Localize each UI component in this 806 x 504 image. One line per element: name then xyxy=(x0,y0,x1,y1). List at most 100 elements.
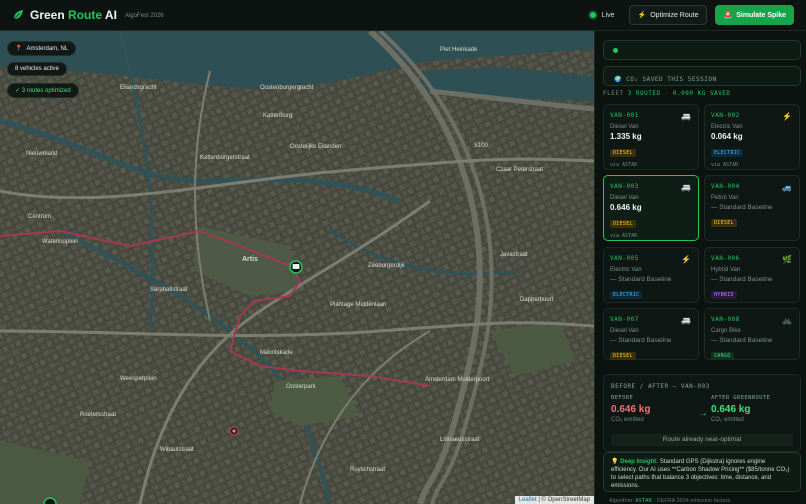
vehicle-type-icon: 🌿 xyxy=(782,255,792,264)
leaf-logo-icon xyxy=(13,10,23,20)
brand-name: Green Route AI xyxy=(30,8,117,22)
map-label: Piet Heinkade xyxy=(440,47,478,53)
pin-icon: 📍 xyxy=(15,46,23,52)
vehicle-id: VAN-003 xyxy=(610,183,639,190)
algorithm-footer: Algorithm: ASTAR · DEFRA 2024 emission f… xyxy=(609,498,731,504)
map-label: Oosterpark xyxy=(286,384,317,390)
vehicle-marker[interactable] xyxy=(43,497,57,504)
map-label: Zeeburgerdijk xyxy=(368,263,406,269)
map-label: Javastraat xyxy=(500,252,528,258)
map-label: Roetersstraat xyxy=(80,412,116,418)
fuel-badge: DIESEL xyxy=(610,220,636,228)
map-label: Wibautstraat xyxy=(160,447,194,453)
vehicle-type-icon: ⚡ xyxy=(782,112,792,121)
near-optimal-note: Route already near-optimal xyxy=(611,434,793,446)
vehicle-marker[interactable] xyxy=(229,426,239,436)
status-dot-icon xyxy=(613,48,618,53)
vehicle-type: Electric Van xyxy=(610,267,642,273)
vehicle-card[interactable]: VAN-008 🚲 Cargo Bike — Standard Baseline CAR… xyxy=(704,308,800,360)
before-value: 0.646 kg xyxy=(611,404,651,415)
map-label: Weesperplein xyxy=(120,376,157,382)
vehicle-type-icon: ⚡ xyxy=(681,255,691,264)
side-panel: 🌍 CO₂ SAVED THIS SESSION FLEET 3 ROUTED … xyxy=(594,31,806,504)
optimize-route-button[interactable]: ⚡ Optimize Route xyxy=(628,5,708,25)
siren-icon: 🚨 xyxy=(723,12,733,19)
fuel-badge: ELECTRIC xyxy=(711,149,744,157)
map-label: Mauritskade xyxy=(260,350,293,356)
vehicle-card[interactable]: VAN-004 🚙 Petrol Van — Standard Baseline DIE… xyxy=(704,175,800,241)
vehicle-type: Diesel Van xyxy=(610,124,639,130)
map-label: Amsterdam Muiderpoort xyxy=(425,377,490,383)
vehicle-type-icon: 🚐 xyxy=(681,112,691,121)
lightbulb-icon: 💡 xyxy=(611,459,619,465)
vehicle-emission: — Standard Baseline xyxy=(711,276,773,283)
vehicle-type-icon: 🚲 xyxy=(782,316,792,325)
map-label: Dapperbuurt xyxy=(520,297,554,303)
fleet-header: FLEET 3 ROUTED · 0.000 KG SAVED xyxy=(603,90,731,97)
vehicle-emission: — Standard Baseline xyxy=(610,337,672,344)
vehicle-id: VAN-002 xyxy=(711,112,740,119)
fuel-badge: DIESEL xyxy=(711,219,737,227)
optimize-route-label: Optimize Route xyxy=(650,11,699,19)
vehicle-type: Cargo Bike xyxy=(711,328,741,334)
vehicle-emission: — Standard Baseline xyxy=(610,276,672,283)
co2-saved-box: 🌍 CO₂ SAVED THIS SESSION xyxy=(603,66,801,86)
map-label: Waterlooplein xyxy=(42,239,78,245)
map-label: Centrum xyxy=(28,214,51,220)
algorithm-label: via ASTAR xyxy=(610,233,638,239)
map-label: Eilandsgracht xyxy=(120,85,157,91)
vehicle-id: VAN-005 xyxy=(610,255,639,262)
vehicle-card[interactable]: VAN-007 🚐 Diesel Van — Standard Baseline DIE… xyxy=(603,308,699,360)
vehicle-id: VAN-006 xyxy=(711,255,740,262)
vehicle-type: Petrol Van xyxy=(711,195,739,201)
live-label: Live xyxy=(601,11,615,19)
fuel-badge: HYBRID xyxy=(711,291,737,299)
vehicles-chip: 8 vehicles active xyxy=(7,62,68,76)
map-label: Czaar Peterstraat xyxy=(496,167,543,173)
arrow-right-icon: → xyxy=(698,408,708,419)
map-label: Kattenburg xyxy=(263,113,292,119)
status-box xyxy=(603,40,801,60)
map-label: Ruyschstraat xyxy=(350,467,385,473)
map-label: Plantage Middenlaan xyxy=(330,302,386,308)
fuel-badge: DIESEL xyxy=(610,352,636,360)
optimized-chip: ✓ 3 routes optimized xyxy=(7,83,79,98)
top-bar: Green Route AI AlgoFest 2026 Live ⚡ Opti… xyxy=(0,0,806,31)
vehicle-type-icon: 🚐 xyxy=(681,316,691,325)
leaflet-link[interactable]: Leaflet xyxy=(519,497,537,503)
before-after-title: BEFORE / AFTER — VAN-003 xyxy=(611,383,710,390)
map-view[interactable]: Kattenburg Oostelijke Eilanden Kattenbur… xyxy=(0,31,594,504)
osm-link[interactable]: | © OpenStreetMap xyxy=(538,497,590,503)
vehicle-type: Electric Van xyxy=(711,124,743,130)
vehicle-type: Diesel Van xyxy=(610,195,639,201)
simulate-spike-button[interactable]: 🚨 Simulate Spike xyxy=(715,5,794,25)
map-label: Nieuwmarkt xyxy=(26,151,58,157)
vehicle-marker[interactable] xyxy=(289,260,303,274)
algorithm-label: via ASTAR xyxy=(610,162,638,168)
live-dot-icon xyxy=(589,12,596,18)
vehicle-card[interactable]: VAN-001 🚐 Diesel Van 1.335 kg DIESEL via ASTA… xyxy=(603,104,699,170)
vehicle-emission: 0.064 kg xyxy=(711,132,743,141)
vehicle-card[interactable]: VAN-003 🚐 Diesel Van 0.646 kg DIESEL via ASTA… xyxy=(603,175,699,241)
vehicle-card[interactable]: VAN-006 🌿 Hybrid Van — Standard Baseline HYB… xyxy=(704,247,800,303)
vehicle-id: VAN-008 xyxy=(711,316,740,323)
map-tiles[interactable]: Kattenburg Oostelijke Eilanden Kattenbur… xyxy=(0,31,594,504)
fuel-badge: ELECTRIC xyxy=(610,291,643,299)
deep-insight-box: 💡 Deep Insight: Standard GPS (Dijkstra) … xyxy=(603,452,801,492)
fuel-badge: DIESEL xyxy=(610,149,636,157)
vehicle-type-icon: 🚙 xyxy=(782,183,792,192)
vehicle-emission: 0.646 kg xyxy=(610,203,642,212)
map-label: Artis xyxy=(242,256,258,263)
map-label: Linnaeusstraat xyxy=(440,437,480,443)
vehicle-card[interactable]: VAN-005 ⚡ Electric Van — Standard Baseline E… xyxy=(603,247,699,303)
map-label: Oostelijke Eilanden xyxy=(290,144,341,150)
vehicle-id: VAN-007 xyxy=(610,316,639,323)
map-label: Kattenburgerstraat xyxy=(200,155,250,161)
before-column: BEFORE 0.646 kg CO₂ emitted xyxy=(611,395,651,423)
map-label: Sarphatistraat xyxy=(150,287,188,293)
brand[interactable]: Green Route AI AlgoFest 2026 xyxy=(12,8,164,22)
vehicle-card[interactable]: VAN-002 ⚡ Electric Van 0.064 kg ELECTRIC via … xyxy=(704,104,800,170)
map-attribution[interactable]: Leaflet | © OpenStreetMap xyxy=(514,496,594,504)
after-value: 0.646 kg xyxy=(711,404,751,415)
location-chip: 📍 Amsterdam, NL xyxy=(7,41,77,56)
